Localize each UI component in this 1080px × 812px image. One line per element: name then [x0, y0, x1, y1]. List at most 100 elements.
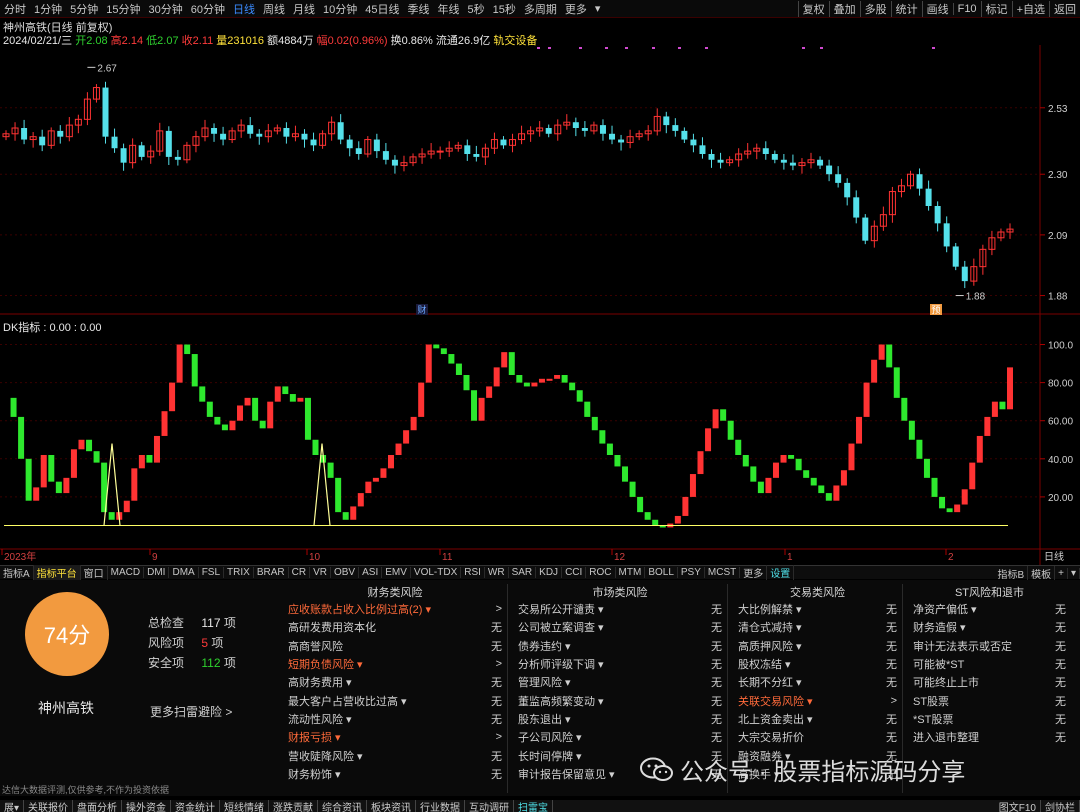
risk-row[interactable]: 短期负债风险 ▾ > [282, 655, 508, 673]
period-tab[interactable]: 10分钟 [319, 1, 361, 17]
period-tab[interactable]: 季线 [404, 1, 434, 17]
risk-row[interactable]: 股权冻结 ▾ 无 [732, 655, 903, 673]
indicator-tab[interactable]: 更多 [740, 565, 768, 580]
status-tab[interactable]: 行业数据 [416, 800, 466, 812]
indicator-tab[interactable]: ROC [586, 567, 616, 578]
status-tab[interactable]: 板块资讯 [367, 800, 417, 812]
risk-row[interactable]: 北上资金卖出 ▾ 无 [732, 710, 903, 728]
tool-tab[interactable]: 复权 [797, 1, 829, 17]
period-tab[interactable]: 5分钟 [66, 1, 102, 17]
indicator-tab[interactable]: 设置 [767, 565, 795, 580]
risk-row[interactable]: 交易所公开谴责 ▾ 无 [512, 600, 728, 618]
risk-row[interactable]: 可能终止上市 无 [907, 673, 1072, 691]
indicator-tab[interactable]: WR [485, 567, 509, 578]
status-right-tab[interactable]: 剑协栏 [1041, 800, 1080, 812]
period-tab[interactable]: 5秒 [464, 1, 489, 17]
status-tab[interactable]: 资金统计 [171, 800, 221, 812]
risk-row[interactable]: 净资产偏低 ▾ 无 [907, 600, 1072, 618]
indicator-tab[interactable]: PSY [678, 567, 705, 578]
indicator-tab[interactable]: MACD [108, 567, 145, 578]
risk-row[interactable]: 可能被*ST 无 [907, 655, 1072, 673]
indicator-tab[interactable]: SAR [509, 567, 537, 578]
period-tab[interactable]: 45日线 [361, 1, 403, 17]
risk-row[interactable]: 大比例解禁 ▾ 无 [732, 600, 903, 618]
status-tab[interactable]: 涨跌贡献 [269, 800, 319, 812]
status-right-tab[interactable]: 图文F10 [995, 800, 1041, 812]
risk-row[interactable]: 债券违约 ▾ 无 [512, 637, 728, 655]
risk-row[interactable]: 财务粉饰 ▾ 无 [282, 765, 508, 783]
indicator-tab[interactable]: DMA [169, 567, 199, 578]
more-caret[interactable]: ▾ [591, 2, 605, 15]
period-tab[interactable]: 15秒 [489, 1, 520, 17]
risk-row[interactable]: 清仓式减持 ▾ 无 [732, 618, 903, 636]
risk-row[interactable]: 公司被立案调查 ▾ 无 [512, 618, 728, 636]
tool-tab[interactable]: 统计 [890, 1, 922, 17]
risk-row[interactable]: 财报亏损 ▾ > [282, 728, 508, 746]
risk-row[interactable]: 最大客户占营收比过高 ▾ 无 [282, 691, 508, 709]
risk-row[interactable]: 高质押风险 ▾ 无 [732, 637, 903, 655]
period-tab[interactable]: 15分钟 [102, 1, 144, 17]
status-tab[interactable]: 展▾ [0, 800, 25, 812]
status-tab[interactable]: 综合资讯 [318, 800, 368, 812]
risk-row[interactable]: 财务造假 ▾ 无 [907, 618, 1072, 636]
indicator-tab[interactable]: FSL [199, 567, 225, 578]
risk-row[interactable]: 子公司风险 ▾ 无 [512, 728, 728, 746]
period-tab[interactable]: 月线 [289, 1, 319, 17]
indicator-tool[interactable]: 指标B [994, 565, 1029, 581]
indicator-tab[interactable]: CCI [562, 567, 587, 578]
indicator-tab[interactable]: 指标平台 [33, 565, 81, 580]
tool-tab[interactable]: 返回 [1049, 1, 1080, 17]
period-tab[interactable]: 1分钟 [30, 1, 66, 17]
period-tab[interactable]: 更多 [561, 1, 591, 17]
period-tab[interactable]: 分时 [0, 1, 30, 17]
tool-tab[interactable]: 叠加 [828, 1, 860, 17]
indicator-tab[interactable]: BOLL [645, 567, 678, 578]
risk-row[interactable]: 分析师评级下调 ▾ 无 [512, 655, 728, 673]
tool-tab[interactable]: 画线 [921, 1, 953, 17]
indicator-tab[interactable]: RSI [461, 567, 485, 578]
status-tab[interactable]: 盘面分析 [73, 800, 123, 812]
risk-row[interactable]: 高商誉风险 无 [282, 637, 508, 655]
chart-area[interactable]: 2.53 2.30 2.09 1.88 2.67 1.88 财 预 100.0 80.00 60.0… [0, 45, 1080, 565]
status-tab[interactable]: 关联报价 [24, 800, 74, 812]
status-tab[interactable]: 互动调研 [465, 800, 515, 812]
tool-tab[interactable]: +自选 [1011, 1, 1049, 17]
risk-row[interactable]: 进入退市整理 无 [907, 728, 1072, 746]
indicator-tab[interactable]: CR [289, 567, 311, 578]
period-tab[interactable]: 日线 [229, 1, 259, 17]
risk-row[interactable]: 管理风险 ▾ 无 [512, 673, 728, 691]
status-tab[interactable]: 扫雷宝 [514, 800, 554, 812]
indicator-tab[interactable]: VOL-TDX [411, 567, 462, 578]
tool-tab[interactable]: F10 [952, 3, 981, 15]
risk-row[interactable]: 大宗交易折价 无 [732, 728, 903, 746]
risk-row[interactable]: *ST股票 无 [907, 710, 1072, 728]
status-tab[interactable]: 操外资金 [122, 800, 172, 812]
risk-row[interactable]: 营收陡降风险 ▾ 无 [282, 746, 508, 764]
indicator-tab[interactable]: MCST [705, 567, 741, 578]
risk-row[interactable]: 审计无法表示或否定 无 [907, 637, 1072, 655]
indicator-tab[interactable]: EMV [382, 567, 411, 578]
risk-row[interactable]: 董监高频繁变动 ▾ 无 [512, 691, 728, 709]
indicator-tab[interactable]: 指标A [0, 565, 34, 580]
risk-row[interactable]: ST股票 无 [907, 691, 1072, 709]
tool-tab[interactable]: 标记 [980, 1, 1012, 17]
indicator-tab[interactable]: MTM [616, 567, 646, 578]
risk-row[interactable]: 高研发费用资本化 无 [282, 618, 508, 636]
risk-row[interactable]: 长期不分红 ▾ 无 [732, 673, 903, 691]
indicator-tab[interactable]: OBV [331, 567, 360, 578]
period-tab[interactable]: 60分钟 [187, 1, 229, 17]
tool-tab[interactable]: 多股 [859, 1, 891, 17]
indicator-tab[interactable]: ASI [359, 567, 383, 578]
period-tab[interactable]: 周线 [259, 1, 289, 17]
kline-chart[interactable]: 2.53 2.30 2.09 1.88 2.67 1.88 财 预 100.0 80.00 60.0… [0, 45, 1080, 565]
indicator-tab[interactable]: BRAR [254, 567, 289, 578]
indicator-tab[interactable]: KDJ [536, 567, 563, 578]
indicator-tab[interactable]: VR [310, 567, 331, 578]
period-tab[interactable]: 30分钟 [145, 1, 187, 17]
indicator-tool[interactable]: + [1055, 567, 1068, 579]
risk-row[interactable]: 关联交易风险 ▾ > [732, 691, 903, 709]
indicator-tab[interactable]: TRIX [224, 567, 254, 578]
indicator-tab[interactable]: DMI [144, 567, 170, 578]
risk-row[interactable]: 流动性风险 ▾ 无 [282, 710, 508, 728]
indicator-tab[interactable]: 窗口 [81, 565, 108, 580]
